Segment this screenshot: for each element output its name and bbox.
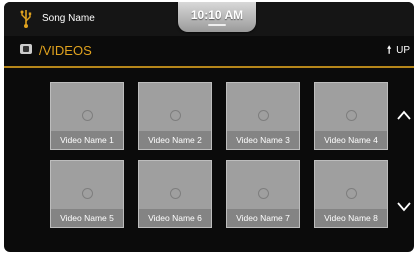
up-button[interactable]: 🠕 UP: [387, 43, 410, 60]
video-tile[interactable]: Video Name 5: [50, 160, 124, 228]
folder-path-bar: /VIDEOS 🠕 UP: [4, 38, 414, 66]
video-thumbnail-icon: [170, 110, 181, 121]
video-grid: Video Name 1 Video Name 2 Video Name 3 V…: [50, 82, 388, 232]
up-arrow-icon: 🠕: [387, 45, 392, 56]
up-label: UP: [396, 45, 410, 56]
video-tile[interactable]: Video Name 6: [138, 160, 212, 228]
clock-tab[interactable]: 10:10 AM: [178, 2, 256, 32]
now-playing-song: Song Name: [42, 13, 95, 24]
folder-icon: [20, 44, 32, 54]
video-tile[interactable]: Video Name 8: [314, 160, 388, 228]
video-tile[interactable]: Video Name 3: [226, 82, 300, 150]
video-name: Video Name 6: [139, 209, 211, 227]
divider: [4, 66, 414, 68]
video-name: Video Name 5: [51, 209, 123, 227]
video-thumbnail-icon: [346, 110, 357, 121]
video-thumbnail-icon: [82, 110, 93, 121]
clock-time: 10:10 AM: [190, 8, 244, 22]
video-tile[interactable]: Video Name 7: [226, 160, 300, 228]
video-thumbnail-icon: [346, 188, 357, 199]
video-name: Video Name 2: [139, 131, 211, 149]
folder-path: /VIDEOS: [39, 43, 92, 58]
video-tile[interactable]: Video Name 1: [50, 82, 124, 150]
video-name: Video Name 1: [51, 131, 123, 149]
pull-handle[interactable]: [208, 24, 226, 26]
usb-icon: [20, 10, 32, 28]
video-name: Video Name 4: [315, 131, 387, 149]
chevron-up-icon[interactable]: [397, 110, 411, 120]
video-tile[interactable]: Video Name 4: [314, 82, 388, 150]
video-name: Video Name 3: [227, 131, 299, 149]
video-thumbnail-icon: [170, 188, 181, 199]
video-thumbnail-icon: [258, 188, 269, 199]
chevron-down-icon[interactable]: [397, 202, 411, 212]
media-screen: Song Name 10:10 AM /VIDEOS 🠕 UP Video Na…: [4, 2, 414, 252]
video-name: Video Name 7: [227, 209, 299, 227]
video-thumbnail-icon: [82, 188, 93, 199]
status-bar: Song Name 10:10 AM: [4, 2, 414, 36]
video-tile[interactable]: Video Name 2: [138, 82, 212, 150]
video-name: Video Name 8: [315, 209, 387, 227]
video-thumbnail-icon: [258, 110, 269, 121]
